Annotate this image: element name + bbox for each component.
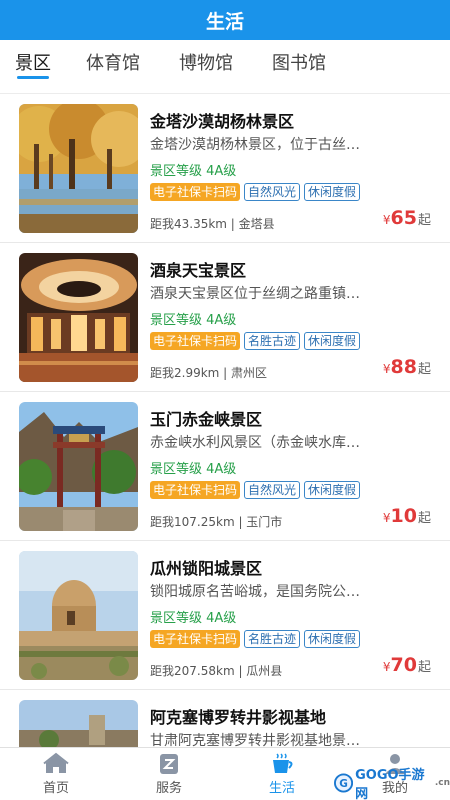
nav-label: 首页 [42,781,69,796]
tab-label: 体育馆 [86,53,140,74]
distance-location: 距我107.25km | 玉门市 [150,515,283,529]
nav-service[interactable]: 服务 [129,752,209,798]
tag-category: 休闲度假 [304,183,361,201]
tab-scenic[interactable]: 景区 [15,40,51,84]
watermark-text: GOGO手游网 [355,768,425,800]
tag-category: 自然风光 [244,183,301,201]
scenic-list[interactable]: 金塔沙漠胡杨林景区 金塔沙漠胡杨林景区，位于古丝… 景区等级 4A级 电子社保卡… [0,93,450,747]
price: ¥88起 [383,356,431,378]
service-icon [160,754,178,774]
scenic-title: 阿克塞博罗转井影视基地 [150,708,327,727]
price-value: 88 [390,356,417,378]
tag-row: 电子社保卡扫码 自然风光 休闲度假 [150,183,361,201]
gate-archway-photo [19,402,138,531]
price: ¥10起 [383,505,431,527]
tag-social-card: 电子社保卡扫码 [150,332,241,350]
tag-social-card: 电子社保卡扫码 [150,630,241,648]
scenic-level: 景区等级 4A级 [150,313,237,328]
nav-home[interactable]: 首页 [16,752,96,798]
currency-symbol: ¥ [382,213,391,227]
tab-museum[interactable]: 博物馆 [179,40,233,84]
scenic-thumbnail [19,104,138,233]
scenic-level: 景区等级 4A级 [150,164,237,179]
tab-label: 图书馆 [272,53,326,74]
category-tabs: 景区 体育馆 博物馆 图书馆 [0,40,450,84]
distance-location: 距我43.35km | 金塔县 [150,217,275,231]
scenic-description: 金塔沙漠胡杨林景区，位于古丝… [150,137,360,153]
scenic-description: 酒泉天宝景区位于丝绸之路重镇… [150,286,360,302]
scenic-card[interactable]: 瓜州锁阳城景区 锁阳城原名苦峪城，是国务院公… 景区等级 4A级 电子社保卡扫码… [0,541,450,690]
tab-gym[interactable]: 体育馆 [86,40,140,84]
nav-life[interactable]: 生活 [242,752,322,798]
tag-category: 休闲度假 [304,481,361,499]
scenic-card[interactable]: 玉门赤金峡景区 赤金峡水利风景区（赤金峡水库… 景区等级 4A级 电子社保卡扫码… [0,392,450,541]
scenic-level: 景区等级 4A级 [150,611,237,626]
scenic-description: 锁阳城原名苦峪城，是国务院公… [150,584,360,600]
watermark-logo: G GOGO手游网 .cn [334,768,450,800]
currency-symbol: ¥ [382,511,391,525]
distance-location: 距我207.58km | 瓜州县 [150,664,283,678]
price-suffix: 起 [417,362,431,377]
scenic-title: 玉门赤金峡景区 [150,410,263,429]
tab-label: 博物馆 [179,53,233,74]
tag-category: 自然风光 [244,481,301,499]
coffee-cup-icon [273,753,293,773]
tag-row: 电子社保卡扫码 名胜古迹 休闲度假 [150,630,361,648]
price: ¥65起 [383,207,431,229]
tab-label: 景区 [15,53,51,74]
scenic-thumbnail [19,253,138,382]
watermark-g-icon: G [334,773,354,793]
distance-location: 距我2.99km | 肃州区 [150,366,268,380]
svg-text:G: G [339,778,348,790]
autumn-poplar-forest-photo [19,104,138,233]
tag-row: 电子社保卡扫码 自然风光 休闲度假 [150,481,361,499]
tag-social-card: 电子社保卡扫码 [150,183,241,201]
price-value: 65 [390,207,417,229]
scenic-card[interactable]: 酒泉天宝景区 酒泉天宝景区位于丝绸之路重镇… 景区等级 4A级 电子社保卡扫码 … [0,243,450,392]
price-suffix: 起 [417,213,431,228]
currency-symbol: ¥ [382,660,391,674]
scenic-title: 瓜州锁阳城景区 [150,559,263,578]
scenic-description: 赤金峡水利风景区（赤金峡水库… [150,435,360,451]
tag-social-card: 电子社保卡扫码 [150,481,241,499]
price-suffix: 起 [417,660,431,675]
tag-category: 休闲度假 [304,630,361,648]
scenic-description: 甘肃阿克塞博罗转井影视基地景… [150,733,360,747]
scenic-title: 酒泉天宝景区 [150,261,247,280]
film-base-ruins-photo [19,700,138,747]
title-bar: 生活 [0,0,450,40]
scenic-card[interactable]: 阿克塞博罗转井影视基地 甘肃阿克塞博罗转井影视基地景… [0,690,450,747]
nav-label: 服务 [155,781,182,796]
scenic-thumbnail [19,700,138,747]
price-value: 70 [390,654,417,676]
tag-category: 休闲度假 [304,332,361,350]
scenic-thumbnail [19,551,138,680]
nav-label: 生活 [268,781,295,796]
tag-row: 电子社保卡扫码 名胜古迹 休闲度假 [150,332,361,350]
ancient-earthen-ruins-photo [19,551,138,680]
scenic-title: 金塔沙漠胡杨林景区 [150,112,295,131]
currency-symbol: ¥ [382,362,391,376]
illuminated-hall-photo [19,253,138,382]
price: ¥70起 [383,654,431,676]
scenic-card[interactable]: 金塔沙漠胡杨林景区 金塔沙漠胡杨林景区，位于古丝… 景区等级 4A级 电子社保卡… [0,94,450,243]
price-suffix: 起 [417,511,431,526]
watermark-domain: .cn [434,778,450,788]
price-value: 10 [390,505,417,527]
scenic-level: 景区等级 4A级 [150,462,237,477]
tag-category: 名胜古迹 [244,332,301,350]
home-icon [43,752,69,773]
scenic-thumbnail [19,402,138,531]
tab-library[interactable]: 图书馆 [272,40,326,84]
tag-category: 名胜古迹 [244,630,301,648]
page-title: 生活 [205,10,244,33]
